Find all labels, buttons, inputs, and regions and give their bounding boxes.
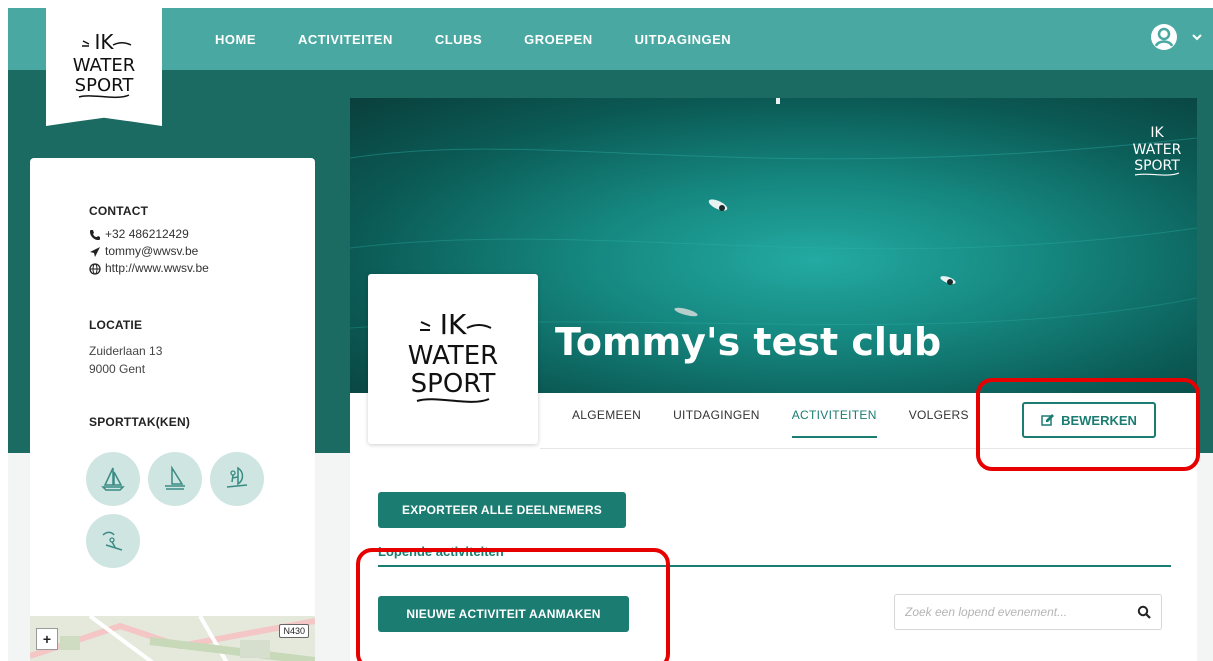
edit-icon <box>1041 414 1055 426</box>
tab-uitdagingen[interactable]: UITDAGINGEN <box>673 408 760 438</box>
nav-uitdagingen[interactable]: UITDAGINGEN <box>635 32 732 47</box>
map-road-label: N430 <box>279 624 309 638</box>
sports-row-1 <box>86 452 264 506</box>
phone-icon <box>90 229 100 240</box>
running-activities-title: Lopende activiteiten <box>378 544 504 559</box>
svg-text:WATER: WATER <box>73 55 136 76</box>
windsurf-icon[interactable] <box>210 452 264 506</box>
svg-text:WATER: WATER <box>1133 142 1182 158</box>
location-section: LOCATIE Zuiderlaan 13 9000 Gent <box>89 318 162 378</box>
svg-text:IK: IK <box>440 308 467 341</box>
tabs-divider <box>540 448 1197 449</box>
svg-text:SPORT: SPORT <box>1134 158 1180 174</box>
website-line: http://www.wwsv.be <box>89 260 209 277</box>
sailboat-icon[interactable] <box>86 452 140 506</box>
nav-groepen[interactable]: GROEPEN <box>524 32 593 47</box>
user-menu[interactable] <box>1149 22 1203 52</box>
contact-heading: CONTACT <box>89 204 149 218</box>
section-divider <box>378 565 1171 567</box>
tab-activiteiten[interactable]: ACTIVITEITEN <box>791 408 877 438</box>
tab-algemeen[interactable]: ALGEMEEN <box>572 408 641 438</box>
search-icon[interactable] <box>1137 605 1151 619</box>
page: HOME ACTIVITEITEN CLUBS GROEPEN UITDAGIN… <box>8 8 1213 661</box>
website-text[interactable]: http://www.wwsv.be <box>105 260 209 277</box>
map-zoom-in-button[interactable]: + <box>36 628 58 650</box>
edit-button-label: BEWERKEN <box>1061 412 1137 428</box>
nav-links: HOME ACTIVITEITEN CLUBS GROEPEN UITDAGIN… <box>215 8 773 70</box>
activity-search-input[interactable] <box>905 605 1137 619</box>
location-map[interactable]: + N430 <box>30 616 315 661</box>
banner-watermark-logo: IK WATER SPORT <box>1133 125 1182 176</box>
svg-text:IK: IK <box>94 30 114 54</box>
phone-text[interactable]: +32 486212429 <box>105 226 189 243</box>
email-text[interactable]: tommy@wwsv.be <box>105 243 198 260</box>
nav-clubs[interactable]: CLUBS <box>435 32 482 47</box>
paper-plane-icon <box>90 246 100 257</box>
sports-section: SPORTTAK(KEN) <box>89 415 190 429</box>
club-tabs: ALGEMEEN UITDAGINGEN ACTIVITEITEN VOLGER… <box>572 408 969 438</box>
address-line-2: 9000 Gent <box>89 362 146 376</box>
globe-icon <box>89 262 101 275</box>
activity-search <box>894 594 1162 630</box>
club-sidebar: CONTACT +32 486212429 tommy@wwsv.be http… <box>30 158 315 661</box>
svg-text:WATER: WATER <box>408 341 498 371</box>
address-line-1: Zuiderlaan 13 <box>89 344 163 358</box>
location-heading: LOCATIE <box>89 318 143 332</box>
sports-heading: SPORTTAK(KEN) <box>89 415 191 429</box>
new-activity-button[interactable]: NIEUWE ACTIVITEIT AANMAKEN <box>378 596 629 632</box>
tab-volgers[interactable]: VOLGERS <box>909 408 969 438</box>
ik-watersport-logo: IK WATER SPORT <box>73 30 136 99</box>
user-avatar-icon[interactable] <box>1149 22 1179 52</box>
edit-club-button[interactable]: BEWERKEN <box>1022 402 1156 438</box>
phone-line: +32 486212429 <box>89 226 209 243</box>
site-logo[interactable]: IK WATER SPORT <box>46 8 162 126</box>
chevron-down-icon[interactable] <box>1191 31 1203 43</box>
email-line: tommy@wwsv.be <box>89 243 209 260</box>
nav-activiteiten[interactable]: ACTIVITEITEN <box>298 32 393 47</box>
svg-text:SPORT: SPORT <box>75 75 135 96</box>
catamaran-icon[interactable] <box>148 452 202 506</box>
svg-text:IK: IK <box>1150 125 1164 141</box>
club-logo: IK WATER SPORT <box>368 274 538 444</box>
contact-section: CONTACT +32 486212429 tommy@wwsv.be http… <box>89 204 209 277</box>
club-logo-image: IK WATER SPORT <box>408 308 498 403</box>
svg-text:SPORT: SPORT <box>411 369 496 399</box>
map-tiles <box>30 616 315 661</box>
export-participants-button[interactable]: EXPORTEER ALLE DEELNEMERS <box>378 492 626 528</box>
top-navigation: HOME ACTIVITEITEN CLUBS GROEPEN UITDAGIN… <box>8 8 1213 70</box>
club-card: IK WATER SPORT Tommy's test club IK WATE… <box>350 98 1197 661</box>
sports-row-2 <box>86 514 140 568</box>
nav-home[interactable]: HOME <box>215 32 256 47</box>
kitesurf-icon[interactable] <box>86 514 140 568</box>
club-name: Tommy's test club <box>555 320 942 364</box>
